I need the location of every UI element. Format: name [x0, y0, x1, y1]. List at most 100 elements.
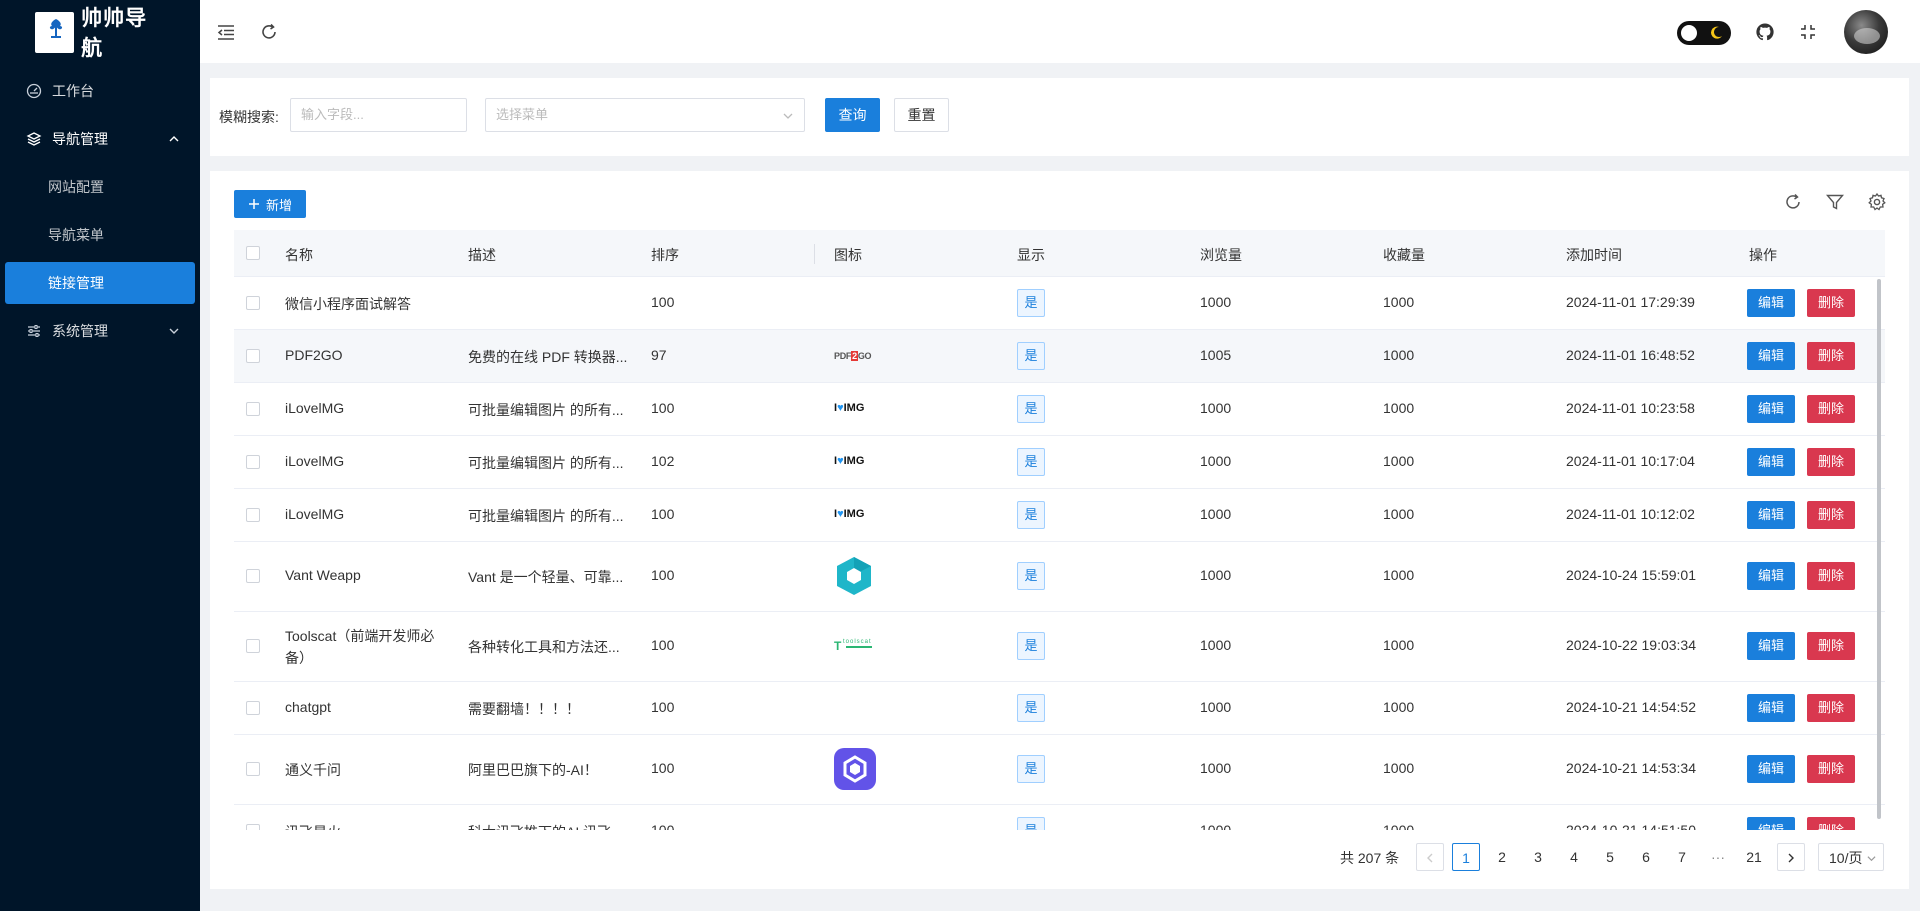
sidebar-item-system-management[interactable]: 系统管理: [0, 310, 200, 352]
delete-button[interactable]: 删除: [1807, 501, 1855, 529]
delete-button[interactable]: 删除: [1807, 694, 1855, 722]
table-row[interactable]: iLovelMG 可批量编辑图片 的所有... 100 I♥IMG 是 1000…: [234, 383, 1885, 436]
page-2[interactable]: 2: [1488, 843, 1516, 871]
menu-select[interactable]: 选择菜单: [485, 98, 805, 132]
cell-sort: 100: [651, 699, 675, 715]
cell-sort: 100: [651, 637, 675, 653]
row-checkbox[interactable]: [246, 701, 260, 715]
sidebar-item-label: 导航管理: [52, 131, 108, 147]
page-ellipsis[interactable]: ···: [1704, 843, 1732, 871]
page-size-select[interactable]: 10/页: [1818, 843, 1884, 871]
page-3[interactable]: 3: [1524, 843, 1552, 871]
edit-button[interactable]: 编辑: [1747, 632, 1795, 660]
filter-icon[interactable]: [1825, 192, 1845, 212]
row-checkbox[interactable]: [246, 296, 260, 310]
avatar[interactable]: [1844, 10, 1888, 54]
edit-button[interactable]: 编辑: [1747, 755, 1795, 783]
chevron-right-icon: [1788, 853, 1794, 863]
cell-views: 1000: [1200, 400, 1232, 416]
cell-views: 1005: [1200, 347, 1232, 363]
page-7[interactable]: 7: [1668, 843, 1696, 871]
app-logo[interactable]: 帅帅导航: [35, 6, 165, 60]
refresh-icon[interactable]: [259, 22, 279, 42]
row-checkbox[interactable]: [246, 402, 260, 416]
theme-toggle[interactable]: [1677, 21, 1731, 45]
app-name: 帅帅导航: [81, 6, 148, 60]
table-row[interactable]: iLovelMG 可批量编辑图片 的所有... 100 I♥IMG 是 1000…: [234, 489, 1885, 542]
delete-button[interactable]: 删除: [1807, 755, 1855, 783]
table-row[interactable]: 讯飞星火 科大讯飞推下的AI 讯飞... 100 是 1000 1000 202…: [234, 805, 1885, 830]
cell-name: PDF2GO: [285, 347, 343, 363]
page-21[interactable]: 21: [1740, 843, 1768, 871]
edit-button[interactable]: 编辑: [1747, 562, 1795, 590]
delete-button[interactable]: 删除: [1807, 395, 1855, 423]
cell-time: 2024-11-01 16:48:52: [1566, 347, 1695, 363]
next-page-button[interactable]: [1777, 843, 1805, 871]
page-6[interactable]: 6: [1632, 843, 1660, 871]
delete-button[interactable]: 删除: [1807, 817, 1855, 830]
row-checkbox[interactable]: [246, 508, 260, 522]
field-search-input[interactable]: 输入字段...: [290, 98, 467, 132]
edit-button[interactable]: 编辑: [1747, 342, 1795, 370]
sidebar-item-workbench[interactable]: 工作台: [0, 70, 200, 112]
cell-time: 2024-10-22 19:03:34: [1566, 637, 1696, 653]
edit-button[interactable]: 编辑: [1747, 448, 1795, 476]
sidebar-item-nav-management[interactable]: 导航管理: [0, 118, 200, 160]
row-checkbox[interactable]: [246, 455, 260, 469]
col-name: 名称: [285, 247, 313, 263]
table-scrollbar[interactable]: [1877, 279, 1881, 819]
delete-button[interactable]: 删除: [1807, 562, 1855, 590]
sidebar: 帅帅导航 工作台 导航管理 网站配置 导航菜单 链接管理 系统管理: [0, 0, 200, 911]
cell-name: 通义千问: [285, 762, 341, 778]
cell-time: 2024-10-21 14:51:50: [1566, 822, 1696, 830]
table-row[interactable]: chatgpt 需要翻墙！！！！ 100 是 1000 1000 2024-10…: [234, 682, 1885, 735]
prev-page-button[interactable]: [1416, 843, 1444, 871]
table-row[interactable]: 通义千问 阿里巴巴旗下的-AI！ 100 是 1000 1000 2024-10…: [234, 735, 1885, 805]
sidebar-item-site-config[interactable]: 网站配置: [0, 166, 200, 208]
row-checkbox[interactable]: [246, 762, 260, 776]
github-icon[interactable]: [1755, 22, 1775, 42]
page-4[interactable]: 4: [1560, 843, 1588, 871]
row-checkbox[interactable]: [246, 569, 260, 583]
cell-name: iLovelMG: [285, 400, 345, 416]
add-button[interactable]: 新增: [234, 190, 306, 218]
select-all-checkbox[interactable]: [246, 246, 260, 260]
table-row[interactable]: Toolscat（前端开发师必备） 各种转化工具和方法还... 100 T to…: [234, 612, 1885, 682]
cell-name: Vant Weapp: [285, 567, 361, 583]
table-body: 微信小程序面试解答 100 是 1000 1000 2024-11-01 17:…: [234, 277, 1885, 830]
pdf2go-logo-icon: PDF2GO: [834, 351, 872, 361]
row-checkbox[interactable]: [246, 639, 260, 653]
edit-button[interactable]: 编辑: [1747, 694, 1795, 722]
cell-favs: 1000: [1383, 822, 1415, 830]
delete-button[interactable]: 删除: [1807, 632, 1855, 660]
reset-button[interactable]: 重置: [894, 98, 949, 132]
sidebar-item-nav-menu[interactable]: 导航菜单: [0, 214, 200, 256]
delete-button[interactable]: 删除: [1807, 289, 1855, 317]
table-row[interactable]: iLovelMG 可批量编辑图片 的所有... 102 I♥IMG 是 1000…: [234, 436, 1885, 489]
column-divider[interactable]: [814, 244, 815, 264]
sidebar-item-link-management[interactable]: 链接管理: [5, 262, 195, 304]
show-badge: 是: [1017, 755, 1045, 783]
page-1[interactable]: 1: [1452, 843, 1480, 871]
menu-fold-icon[interactable]: [216, 22, 236, 42]
ilovimg-logo-icon: I♥IMG: [834, 455, 865, 467]
row-checkbox[interactable]: [246, 824, 260, 830]
cell-name: iLovelMG: [285, 506, 345, 522]
table-row[interactable]: Vant Weapp Vant 是一个轻量、可靠... 100 是 1000 1…: [234, 542, 1885, 612]
table-row[interactable]: 微信小程序面试解答 100 是 1000 1000 2024-11-01 17:…: [234, 277, 1885, 330]
settings-gear-icon[interactable]: [1867, 192, 1887, 212]
cell-favs: 1000: [1383, 567, 1415, 583]
delete-button[interactable]: 删除: [1807, 342, 1855, 370]
show-badge: 是: [1017, 289, 1045, 317]
query-button[interactable]: 查询: [825, 98, 880, 132]
edit-button[interactable]: 编辑: [1747, 501, 1795, 529]
edit-button[interactable]: 编辑: [1747, 289, 1795, 317]
table-refresh-icon[interactable]: [1783, 192, 1803, 212]
edit-button[interactable]: 编辑: [1747, 817, 1795, 830]
edit-button[interactable]: 编辑: [1747, 395, 1795, 423]
table-row[interactable]: PDF2GO 免费的在线 PDF 转换器... 97 PDF2GO 是 1005…: [234, 330, 1885, 383]
delete-button[interactable]: 删除: [1807, 448, 1855, 476]
fullscreen-exit-icon[interactable]: [1798, 22, 1818, 42]
row-checkbox[interactable]: [246, 349, 260, 363]
page-5[interactable]: 5: [1596, 843, 1624, 871]
